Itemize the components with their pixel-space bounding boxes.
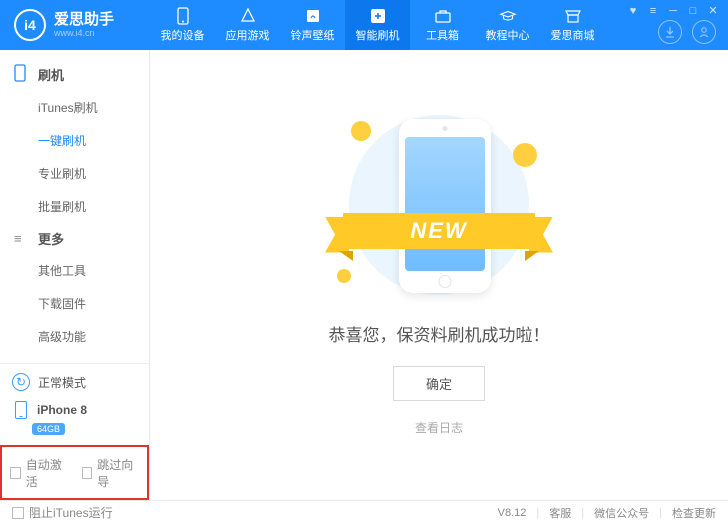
version-label: V8.12	[498, 507, 527, 519]
support-link[interactable]: 客服	[549, 505, 571, 521]
sidebar-item-download-firmware[interactable]: 下载固件	[0, 287, 149, 320]
user-icon	[698, 26, 710, 38]
brand-name: 爱思助手	[54, 12, 114, 29]
brand-site: www.i4.cn	[54, 28, 114, 38]
ringtone-icon	[304, 7, 322, 25]
brand-logo: i4	[14, 9, 46, 41]
main-content: NEW 恭喜您，保资料刷机成功啦！ 确定 查看日志	[150, 50, 728, 500]
skin-button[interactable]: ♥	[626, 5, 640, 17]
status-bar: 阻止iTunes运行 V8.12 | 客服 | 微信公众号 | 检查更新	[0, 500, 728, 524]
nav-apps[interactable]: 应用游戏	[215, 0, 280, 50]
mode-label: 正常模式	[38, 374, 86, 391]
sidebar-item-advanced[interactable]: 高级功能	[0, 320, 149, 353]
storage-badge: 64GB	[32, 423, 65, 435]
nav-toolbox[interactable]: 工具箱	[410, 0, 475, 50]
sidebar-item-pro-flash[interactable]: 专业刷机	[0, 157, 149, 190]
sidebar-item-other-tools[interactable]: 其他工具	[0, 254, 149, 287]
maximize-button[interactable]: □	[686, 5, 700, 17]
new-ribbon: NEW	[329, 209, 549, 253]
header-actions	[658, 20, 716, 44]
refresh-icon: ↻	[12, 373, 30, 391]
flash-icon	[369, 7, 387, 25]
sidebar-item-oneclick-flash[interactable]: 一键刷机	[0, 124, 149, 157]
window-controls: ♥ ≡ ─ □ ✕	[626, 4, 720, 17]
sidebar-section-more: ≡ 更多	[0, 223, 149, 254]
nav-ringtones[interactable]: 铃声壁纸	[280, 0, 345, 50]
wechat-link[interactable]: 微信公众号	[594, 505, 649, 521]
checkbox-icon	[10, 467, 21, 479]
download-button[interactable]	[658, 20, 682, 44]
flash-section-icon	[14, 64, 30, 85]
ok-button[interactable]: 确定	[393, 366, 485, 401]
device-row[interactable]: iPhone 8	[10, 396, 139, 421]
more-section-icon: ≡	[14, 231, 30, 246]
bottom-options: 自动激活 跳过向导	[0, 445, 149, 500]
apps-icon	[239, 7, 257, 25]
app-body: 刷机 iTunes刷机 一键刷机 专业刷机 批量刷机 ≡ 更多 其他工具 下载固…	[0, 50, 728, 500]
checkbox-icon	[12, 507, 24, 519]
auto-activate-checkbox[interactable]: 自动激活	[10, 456, 68, 490]
sidebar-section-flash: 刷机	[0, 58, 149, 91]
view-log-link[interactable]: 查看日志	[415, 419, 463, 436]
sidebar: 刷机 iTunes刷机 一键刷机 专业刷机 批量刷机 ≡ 更多 其他工具 下载固…	[0, 50, 150, 500]
download-icon	[664, 26, 676, 38]
phone-illustration	[399, 119, 491, 293]
mode-row[interactable]: ↻ 正常模式	[10, 368, 139, 396]
top-nav: 我的设备 应用游戏 铃声壁纸 智能刷机 工具箱 教程中心 爱思商城	[150, 0, 605, 50]
check-update-link[interactable]: 检查更新	[672, 505, 716, 521]
nav-my-device[interactable]: 我的设备	[150, 0, 215, 50]
nav-store[interactable]: 爱思商城	[540, 0, 605, 50]
account-button[interactable]	[692, 20, 716, 44]
brand-area: i4 爱思助手 www.i4.cn	[0, 9, 150, 41]
success-message: 恭喜您，保资料刷机成功啦！	[329, 321, 550, 346]
close-button[interactable]: ✕	[706, 4, 720, 17]
nav-tutorials[interactable]: 教程中心	[475, 0, 540, 50]
device-icon	[174, 7, 192, 25]
toolbox-icon	[434, 7, 452, 25]
phone-icon	[15, 401, 27, 419]
minimize-button[interactable]: ─	[666, 5, 680, 17]
tutorial-icon	[499, 7, 517, 25]
success-illustration: NEW	[329, 105, 549, 305]
nav-flash[interactable]: 智能刷机	[345, 0, 410, 50]
block-itunes-checkbox[interactable]: 阻止iTunes运行	[12, 504, 113, 521]
sidebar-item-itunes-flash[interactable]: iTunes刷机	[0, 91, 149, 124]
menu-button[interactable]: ≡	[646, 5, 660, 17]
device-name: iPhone 8	[37, 403, 87, 417]
checkbox-icon	[82, 467, 93, 479]
device-status: ↻ 正常模式 iPhone 8 64GB	[0, 363, 149, 445]
skip-wizard-checkbox[interactable]: 跳过向导	[82, 456, 140, 490]
sidebar-item-batch-flash[interactable]: 批量刷机	[0, 190, 149, 223]
store-icon	[564, 7, 582, 25]
app-header: i4 爱思助手 www.i4.cn 我的设备 应用游戏 铃声壁纸 智能刷机 工具…	[0, 0, 728, 50]
